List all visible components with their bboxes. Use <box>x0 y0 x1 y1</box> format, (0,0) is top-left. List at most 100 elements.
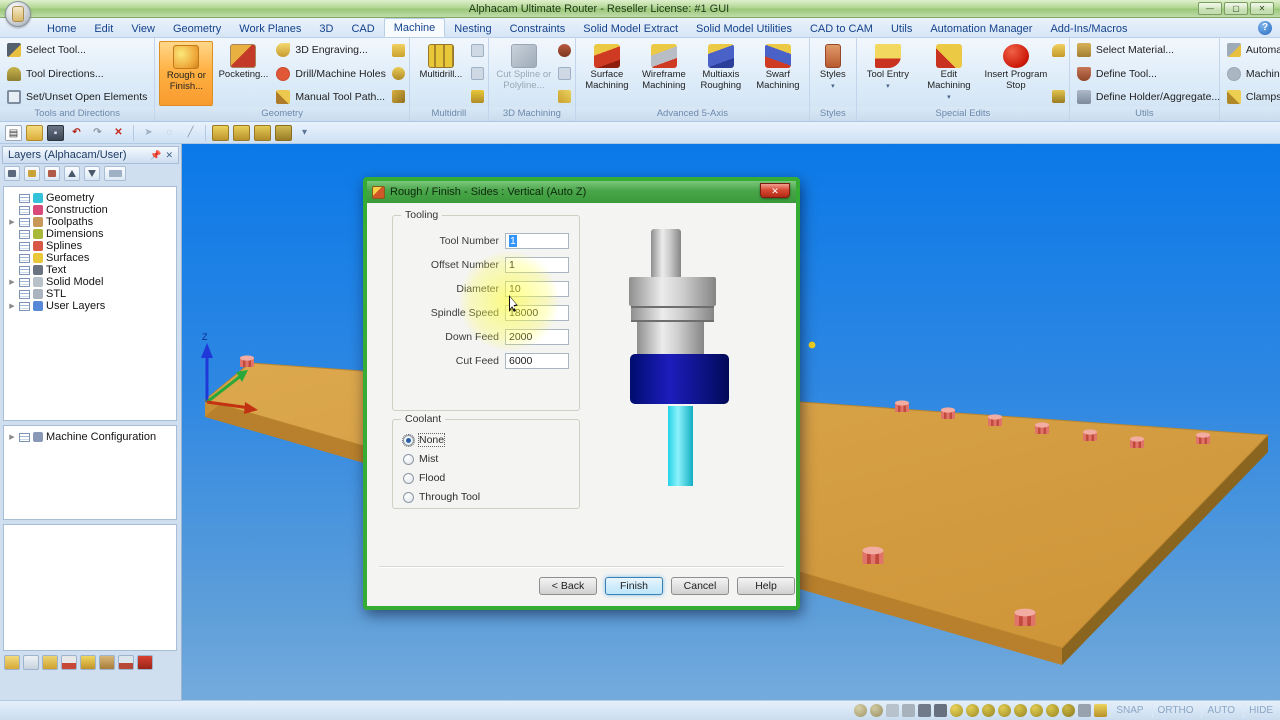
dialog-close-button[interactable]: ✕ <box>760 183 790 198</box>
coolant-option-flood[interactable]: Flood <box>403 471 445 485</box>
tab-edit[interactable]: Edit <box>85 20 122 37</box>
close-button[interactable]: ✕ <box>1250 2 1274 15</box>
3d-engraving-button[interactable]: 3D Engraving... <box>273 43 388 57</box>
coolant-option-none[interactable]: None <box>403 433 444 447</box>
hide-toggle[interactable]: HIDE <box>1243 703 1278 718</box>
special-edits-extra-icon-2[interactable] <box>1052 90 1065 103</box>
layer-options-icon[interactable] <box>104 166 126 181</box>
tab-cad-to-cam[interactable]: CAD to CAM <box>801 20 882 37</box>
tab-3d[interactable]: 3D <box>310 20 342 37</box>
pan-icon[interactable] <box>275 125 292 141</box>
layer-visibility-icon[interactable] <box>19 266 30 275</box>
automatic-rapid-manager-button[interactable]: Automatic Rapid Manager... <box>1224 43 1280 57</box>
layer-item-toolpaths[interactable]: ▶ Toolpaths <box>4 216 176 228</box>
finish-button[interactable]: Finish <box>605 577 663 595</box>
layer-item-stl[interactable]: STL <box>4 288 176 300</box>
status-arrow-icon[interactable] <box>902 704 915 717</box>
tab-addins-macros[interactable]: Add-Ins/Macros <box>1041 20 1136 37</box>
status-coin-icon-2[interactable] <box>966 704 979 717</box>
report-icon[interactable] <box>137 655 153 670</box>
layers-panel-header[interactable]: Layers (Alphacam/User) 📌 ✕ <box>2 146 179 164</box>
tab-utils[interactable]: Utils <box>882 20 921 37</box>
drill-machine-holes-button[interactable]: Drill/Machine Holes <box>273 67 388 81</box>
pin-panel-icon[interactable]: 📌 <box>150 150 161 161</box>
coolant-option-through-tool[interactable]: Through Tool <box>403 490 480 504</box>
status-coin-icon-7[interactable] <box>1046 704 1059 717</box>
snap-toggle[interactable]: SNAP <box>1110 703 1148 718</box>
window-titlebar[interactable]: Alphacam Ultimate Router - Reseller Lice… <box>0 0 1280 18</box>
clamps-fixtures-button[interactable]: Clamps/Fixtures <box>1224 90 1280 104</box>
layer-visibility-icon[interactable] <box>19 242 30 251</box>
project-folder-icon[interactable] <box>4 655 20 670</box>
tool-directions-button[interactable]: Tool Directions... <box>4 67 150 81</box>
material-box-icon[interactable] <box>99 655 115 670</box>
ortho-toggle[interactable]: ORTHO <box>1152 703 1199 718</box>
layer-visibility-icon[interactable] <box>19 290 30 299</box>
status-z-axis-icon[interactable] <box>934 704 947 717</box>
3d-machining-extra-icon-2[interactable] <box>558 67 571 80</box>
layer-visibility-icon[interactable] <box>19 254 30 263</box>
tool-number-input[interactable]: 1 <box>505 233 569 249</box>
status-coin-icon-8[interactable] <box>1062 704 1075 717</box>
layer-visibility-icon[interactable] <box>19 278 30 287</box>
multiaxis-roughing-button[interactable]: Multiaxis Roughing <box>694 41 748 106</box>
status-drop-icon[interactable] <box>1078 704 1091 717</box>
status-coin-icon-6[interactable] <box>1030 704 1043 717</box>
set-unset-open-elements-button[interactable]: Set/Unset Open Elements <box>4 90 150 104</box>
swarf-machining-button[interactable]: Swarf Machining <box>751 41 805 106</box>
layers-refresh-icon[interactable] <box>44 166 60 181</box>
dialog-titlebar[interactable]: Rough / Finish - Sides : Vertical (Auto … <box>367 181 796 203</box>
application-menu-orb[interactable] <box>5 1 31 27</box>
wireframe-machining-button[interactable]: Wireframe Machining <box>637 41 691 106</box>
zoom-previous-icon[interactable] <box>254 125 271 141</box>
search-drawing-icon[interactable] <box>118 655 134 670</box>
rough-or-finish-button[interactable]: Rough or Finish... <box>159 41 213 106</box>
machine-configuration-button[interactable]: Machine Configuration <box>1224 67 1280 81</box>
select-material-button[interactable]: Select Material... <box>1074 43 1223 57</box>
geometry-extra-icon-1[interactable] <box>392 44 405 57</box>
layer-visibility-icon[interactable] <box>19 194 30 203</box>
status-snap-point-icon[interactable] <box>854 704 867 717</box>
help-icon[interactable]: ? <box>1258 21 1272 35</box>
status-coin-icon-1[interactable] <box>950 704 963 717</box>
status-snap-grid-icon[interactable] <box>870 704 883 717</box>
styles-button[interactable]: Styles <box>814 41 852 106</box>
status-coin-icon-5[interactable] <box>1014 704 1027 717</box>
layer-item-text[interactable]: Text <box>4 264 176 276</box>
page-view-icon[interactable] <box>23 655 39 670</box>
undo-icon[interactable]: ↶ <box>68 125 85 141</box>
status-coin-icon-4[interactable] <box>998 704 1011 717</box>
toolbar-overflow-icon[interactable]: ▾ <box>296 125 313 141</box>
status-coin-icon-3[interactable] <box>982 704 995 717</box>
define-tool-button[interactable]: Define Tool... <box>1074 67 1223 81</box>
layer-visibility-icon[interactable] <box>19 230 30 239</box>
multidrill-extra-icon-1[interactable] <box>471 44 484 57</box>
minimize-button[interactable]: — <box>1198 2 1222 15</box>
layer-visibility-icon[interactable] <box>19 302 30 311</box>
pocketing-button[interactable]: Pocketing... <box>216 41 270 106</box>
select-tool-button[interactable]: Select Tool... <box>4 43 150 57</box>
layer-item-geometry[interactable]: Geometry <box>4 192 176 204</box>
geometry-extra-icon-3[interactable] <box>392 90 405 103</box>
tab-solid-model-extract[interactable]: Solid Model Extract <box>574 20 687 37</box>
delete-icon[interactable]: ✕ <box>110 125 127 141</box>
open-drawing-icon[interactable] <box>42 655 58 670</box>
surface-machining-button[interactable]: Surface Machining <box>580 41 634 106</box>
3d-machining-extra-icon-3[interactable] <box>558 90 571 103</box>
special-edits-extra-icon-1[interactable] <box>1052 44 1065 57</box>
cut-spline-or-polyline-button[interactable]: Cut Spline or Polyline... <box>493 41 555 106</box>
back-button[interactable]: < Back <box>539 577 597 595</box>
tab-home[interactable]: Home <box>38 20 85 37</box>
geometry-extra-icon-2[interactable] <box>392 67 405 80</box>
tab-cad[interactable]: CAD <box>342 20 383 37</box>
layers-edit-icon[interactable] <box>24 166 40 181</box>
zoom-window-icon[interactable] <box>212 125 229 141</box>
status-select-icon[interactable] <box>886 704 899 717</box>
open-folder-icon[interactable] <box>26 125 43 141</box>
layers-new-icon[interactable] <box>4 166 20 181</box>
record-icon[interactable] <box>61 655 77 670</box>
layer-visibility-icon[interactable] <box>19 218 30 227</box>
cancel-button[interactable]: Cancel <box>671 577 729 595</box>
insert-program-stop-button[interactable]: Insert Program Stop <box>983 41 1049 106</box>
zoom-extents-icon[interactable] <box>233 125 250 141</box>
